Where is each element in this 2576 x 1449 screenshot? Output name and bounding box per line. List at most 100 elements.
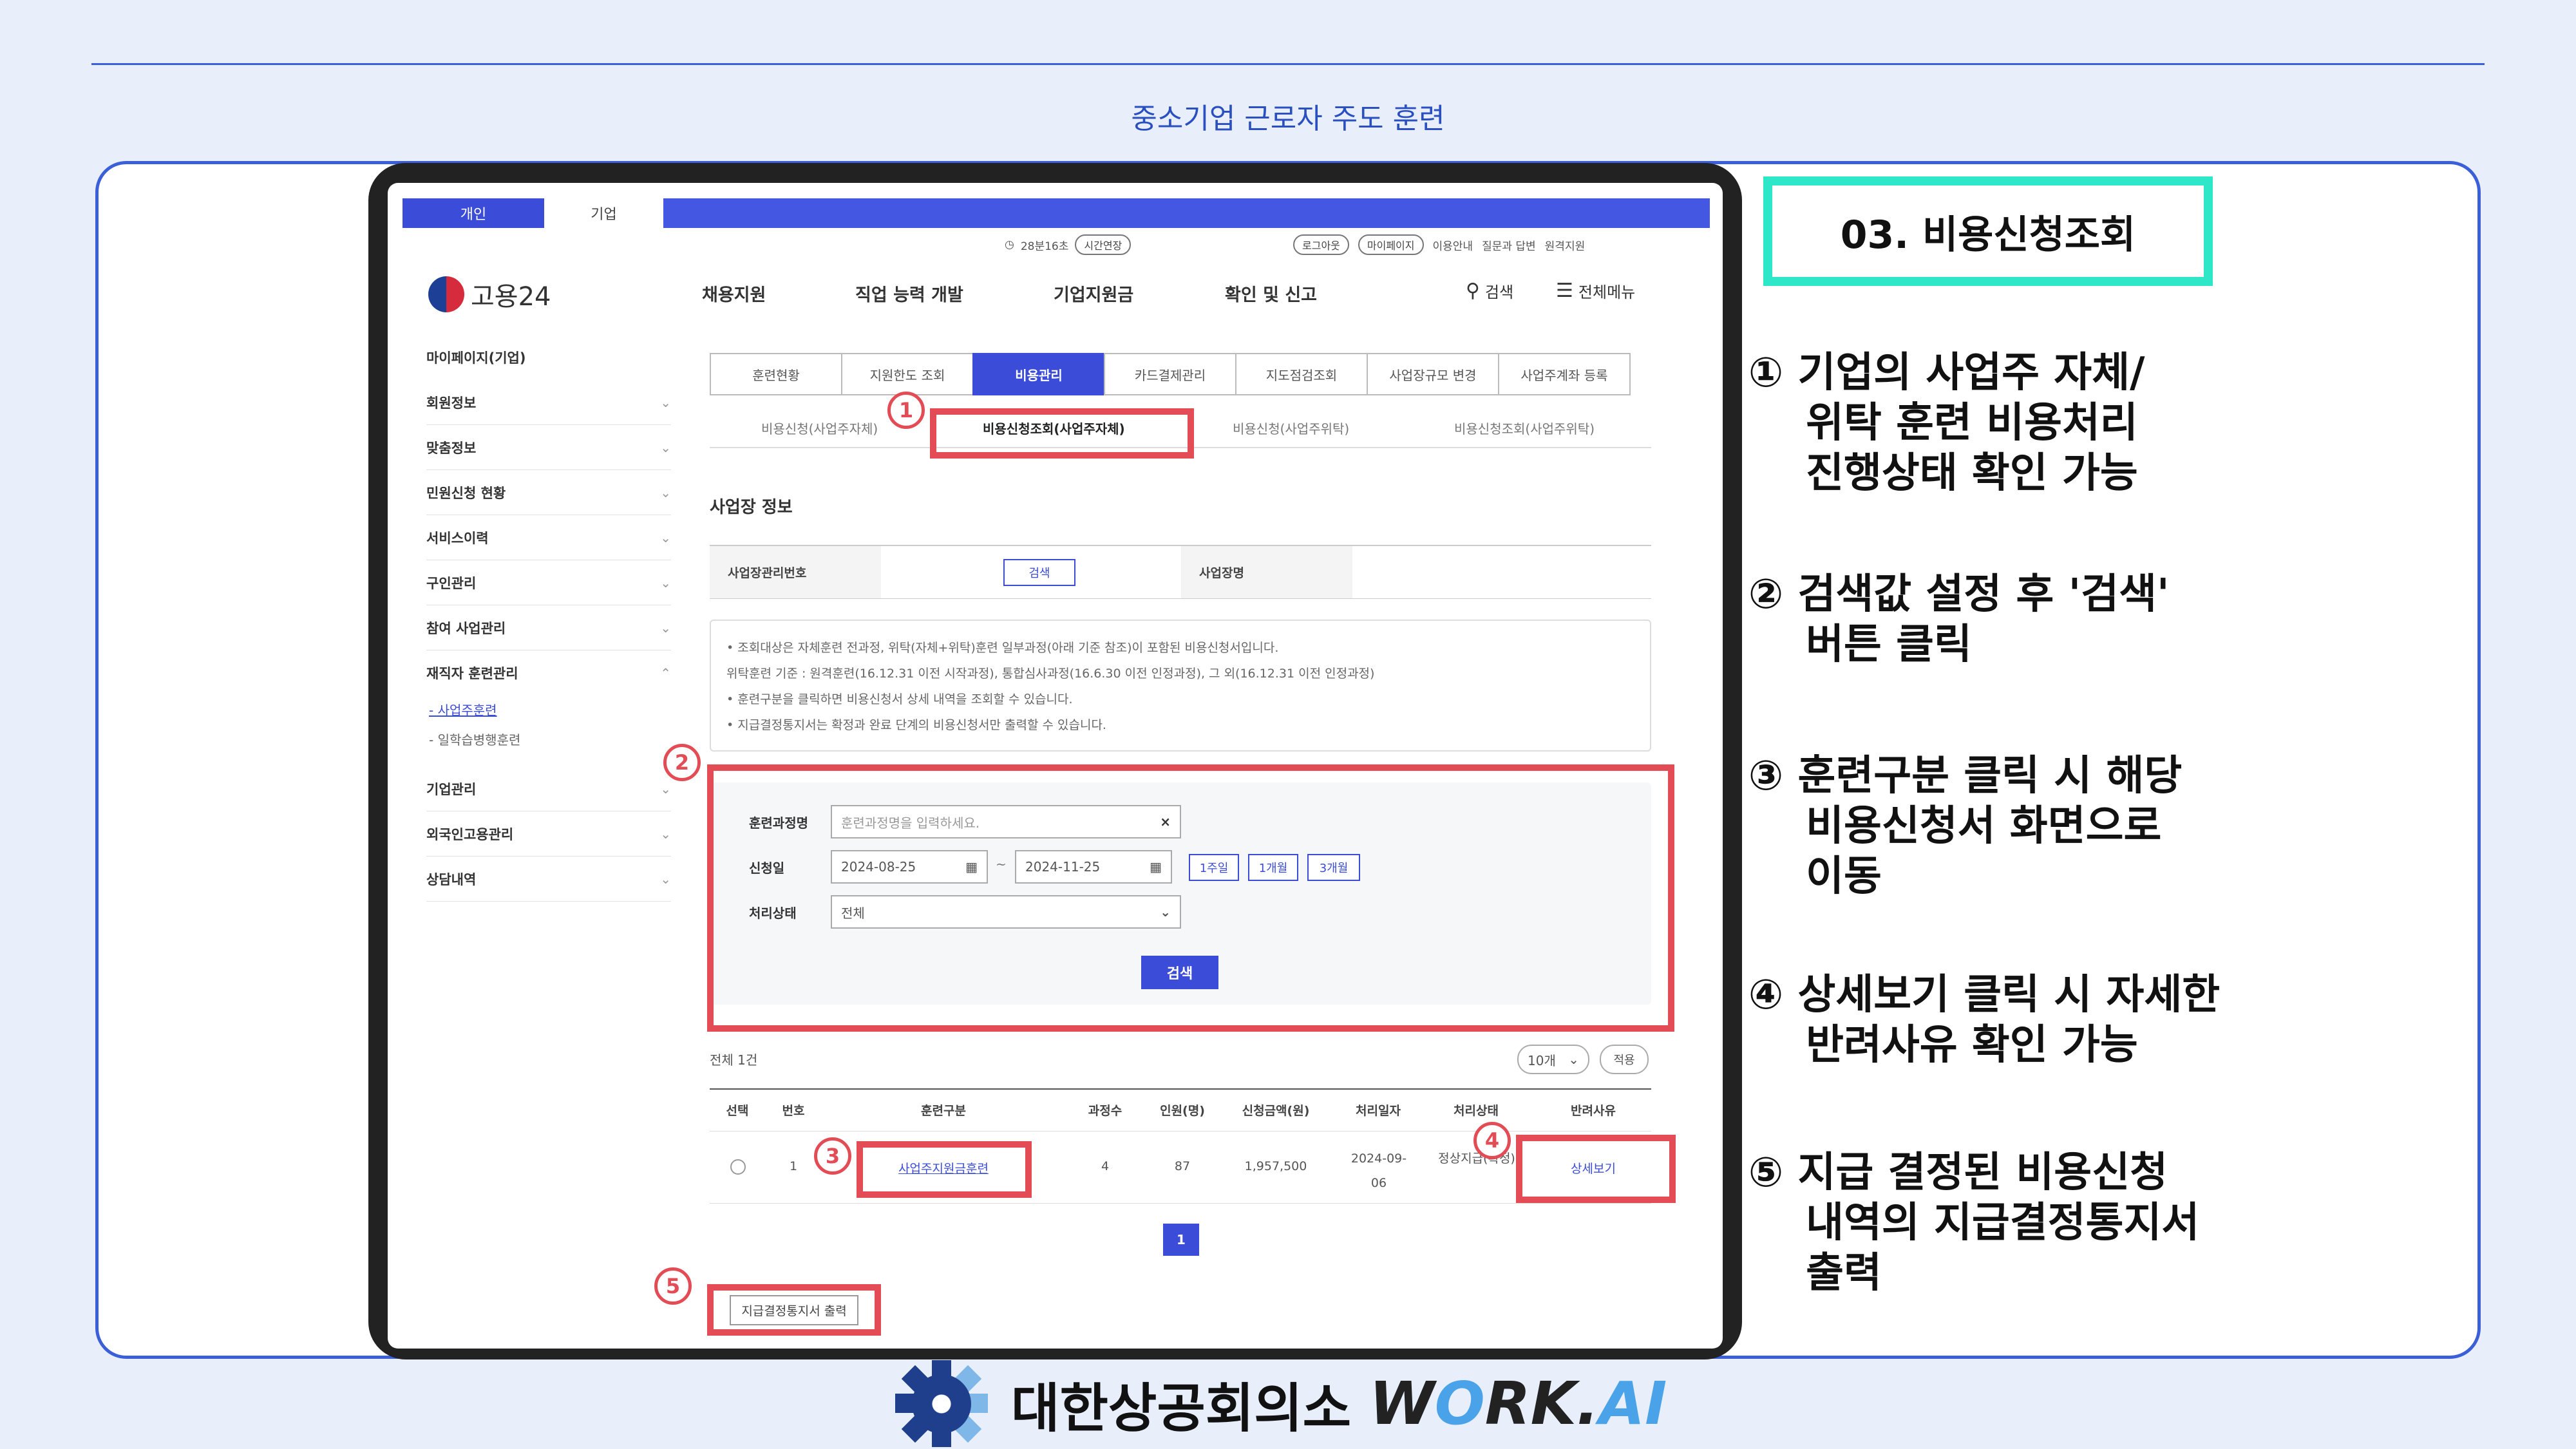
print-notice-button[interactable]: 지급결정통지서 출력 [730, 1294, 858, 1325]
footer-org-name: 대한상공회의소 [1011, 1378, 1352, 1439]
highlight-box-1 [930, 408, 1194, 459]
gear-logo-icon [895, 1360, 993, 1447]
mypage-button[interactable]: 마이페이지 [1358, 234, 1424, 255]
total-count: 전체 1건 [710, 1052, 758, 1068]
table-header-border [710, 1131, 1651, 1132]
row-people: 87 [1174, 1159, 1191, 1173]
workplace-name-label: 사업장명 [1181, 546, 1352, 598]
notice-line: • 조회대상은 자체훈련 전과정, 위탁(자체+위탁)훈련 일부과정(아래 기준… [726, 641, 1279, 655]
footer-logo: 대한상공회의소 WORK.AI [895, 1360, 1681, 1447]
tab-card[interactable]: 카드결제관리 [1104, 353, 1236, 395]
notice-line: 위탁훈련 기준 : 원격훈련(16.12.31 이전 시작과정), 통합심사과정… [726, 667, 1375, 681]
chevron-down-icon: ⌄ [660, 439, 671, 455]
notice-line: • 지급결정통지서는 확정과 완료 단계의 비용신청서만 출력할 수 있습니다. [726, 718, 1106, 732]
page-size-select[interactable]: 10개 ⌄ [1517, 1045, 1589, 1074]
sidebar-item-petition[interactable]: 민원신청 현황 ⌄ [426, 470, 671, 515]
row-radio[interactable] [730, 1159, 746, 1175]
chevron-up-icon: ⌃ [660, 665, 671, 681]
hamburger-icon: ☰ [1556, 279, 1573, 302]
point-5: ⑤ 지급 결정된 비용신청 내역의 지급결정통지서 출력 [1748, 1149, 2200, 1297]
col-type: 훈련구분 [921, 1104, 966, 1118]
chevron-down-icon: ⌄ [660, 484, 671, 500]
chevron-down-icon: ⌄ [660, 781, 671, 797]
subtab-consign-inquiry[interactable]: 비용신청조회(사업주위탁) [1454, 419, 1595, 437]
sidebar-item-foreign[interactable]: 외국인고용관리 ⌄ [426, 811, 671, 857]
gnb-subsidy[interactable]: 기업지원금 [1054, 281, 1133, 306]
subtab-consign-apply[interactable]: 비용신청(사업주위탁) [1233, 419, 1349, 437]
tab-cost[interactable]: 비용관리 [972, 353, 1105, 395]
sidebar-heading: 마이페이지(기업) [426, 350, 526, 366]
sidebar-item-member[interactable]: 회원정보 ⌄ [426, 380, 671, 425]
workplace-section-title: 사업장 정보 [710, 498, 793, 517]
search-link[interactable]: ⚲ 검색 [1466, 279, 1513, 302]
col-status: 처리상태 [1454, 1104, 1499, 1118]
point-2: ② 검색값 설정 후 '검색' 버튼 클릭 [1748, 571, 2170, 668]
table-top-border [710, 1088, 1651, 1090]
point-4: ④ 상세보기 클릭 시 자세한 반려사유 확인 가능 [1748, 971, 2221, 1069]
col-select: 선택 [726, 1104, 749, 1118]
gnb-recruit[interactable]: 채용지원 [702, 281, 766, 306]
row-amount: 1,957,500 [1244, 1159, 1307, 1173]
chevron-down-icon: ⌄ [660, 529, 671, 545]
taegeuk-logo-icon [428, 276, 464, 312]
highlight-box-2 [707, 764, 1674, 1032]
highlight-box-3 [857, 1141, 1032, 1198]
row-date: 2024-09-06 [1350, 1151, 1407, 1190]
col-reason: 반려사유 [1571, 1104, 1616, 1118]
search-icon: ⚲ [1466, 279, 1480, 302]
table-bottom-border [710, 1203, 1651, 1204]
marker-4: 4 [1473, 1122, 1511, 1159]
col-people: 인원(명) [1160, 1104, 1205, 1118]
workplace-info-row: 사업장관리번호 검색 사업장명 [710, 545, 1651, 599]
notice-line: • 훈련구분을 클릭하면 비용신청서 상세 내역을 조회할 수 있습니다. [726, 692, 1073, 706]
all-menu-button[interactable]: ☰ 전체메뉴 [1556, 279, 1635, 302]
sidebar-item-program[interactable]: 참여 사업관리 ⌄ [426, 605, 671, 650]
row-no: 1 [789, 1159, 798, 1173]
highlight-box-5: 지급결정통지서 출력 [707, 1284, 881, 1336]
marker-2: 2 [663, 744, 701, 781]
marker-1: 1 [887, 392, 925, 429]
col-amount: 신청금액(원) [1242, 1104, 1310, 1118]
gnb-skills[interactable]: 직업 능력 개발 [855, 281, 963, 306]
util-link-guide[interactable]: 이용안내 [1433, 237, 1473, 253]
extend-session-button[interactable]: 시간연장 [1075, 234, 1132, 255]
clock-icon: ◷ [1005, 238, 1014, 251]
util-link-qna[interactable]: 질문과 답변 [1482, 237, 1536, 253]
tab-inspection[interactable]: 지도점검조회 [1235, 353, 1368, 395]
tab-training-status[interactable]: 훈련현황 [710, 353, 842, 395]
sidebar-sub-employer-training[interactable]: - 사업주훈련 [429, 700, 497, 719]
tab-personal[interactable]: 개인 [402, 198, 544, 228]
sidebar-item-hiring[interactable]: 구인관리 ⌄ [426, 560, 671, 605]
sidebar-item-consult[interactable]: 상담내역 ⌄ [426, 857, 671, 902]
point-3: ③ 훈련구분 클릭 시 해당 비용신청서 화면으로 이동 [1748, 752, 2183, 900]
sidebar-item-training[interactable]: 재직자 훈련관리 ⌃ [426, 650, 671, 696]
page-1-button[interactable]: 1 [1163, 1224, 1199, 1256]
tab-size-change[interactable]: 사업장규모 변경 [1367, 353, 1499, 395]
session-timer: ◷ 28분16초 시간연장 [1005, 234, 1132, 255]
tab-corporate[interactable]: 기업 [544, 198, 663, 228]
row-courses: 4 [1101, 1159, 1110, 1173]
apply-button[interactable]: 적용 [1600, 1045, 1649, 1074]
site-logo[interactable]: 고용24 [428, 276, 551, 313]
tab-account[interactable]: 사업주계좌 등록 [1498, 353, 1631, 395]
footer-brand: WORK.AI [1369, 1369, 1667, 1438]
sidebar-item-company[interactable]: 기업관리 ⌄ [426, 766, 671, 811]
tab-limit[interactable]: 지원한도 조회 [841, 353, 974, 395]
workplace-search-button[interactable]: 검색 [1003, 559, 1075, 586]
marker-3: 3 [814, 1137, 851, 1175]
sidebar-sub-work-study[interactable]: - 일학습병행훈련 [429, 730, 520, 748]
logout-button[interactable]: 로그아웃 [1293, 234, 1349, 255]
chevron-down-icon: ⌄ [660, 574, 671, 591]
section-title-box: 03. 비용신청조회 [1763, 176, 2213, 286]
sidebar-item-custom[interactable]: 맞춤정보 ⌄ [426, 425, 671, 470]
col-courses: 과정수 [1088, 1104, 1122, 1118]
main-tabs: 훈련현황 지원한도 조회 비용관리 카드결제관리 지도점검조회 사업장규모 변경… [710, 353, 1631, 395]
mgmt-no-label: 사업장관리번호 [710, 546, 881, 598]
utility-links: 로그아웃 마이페이지 이용안내 질문과 답변 원격지원 [1293, 234, 1585, 255]
util-link-remote[interactable]: 원격지원 [1545, 237, 1586, 253]
gnb-report[interactable]: 확인 및 신고 [1225, 281, 1317, 306]
point-1: ① 기업의 사업주 자체/ 위탁 훈련 비용처리 진행상태 확인 가능 [1748, 349, 2145, 497]
chevron-down-icon: ⌄ [660, 871, 671, 887]
subtab-self-apply[interactable]: 비용신청(사업주자체) [761, 419, 878, 437]
sidebar-item-service[interactable]: 서비스이력 ⌄ [426, 515, 671, 560]
